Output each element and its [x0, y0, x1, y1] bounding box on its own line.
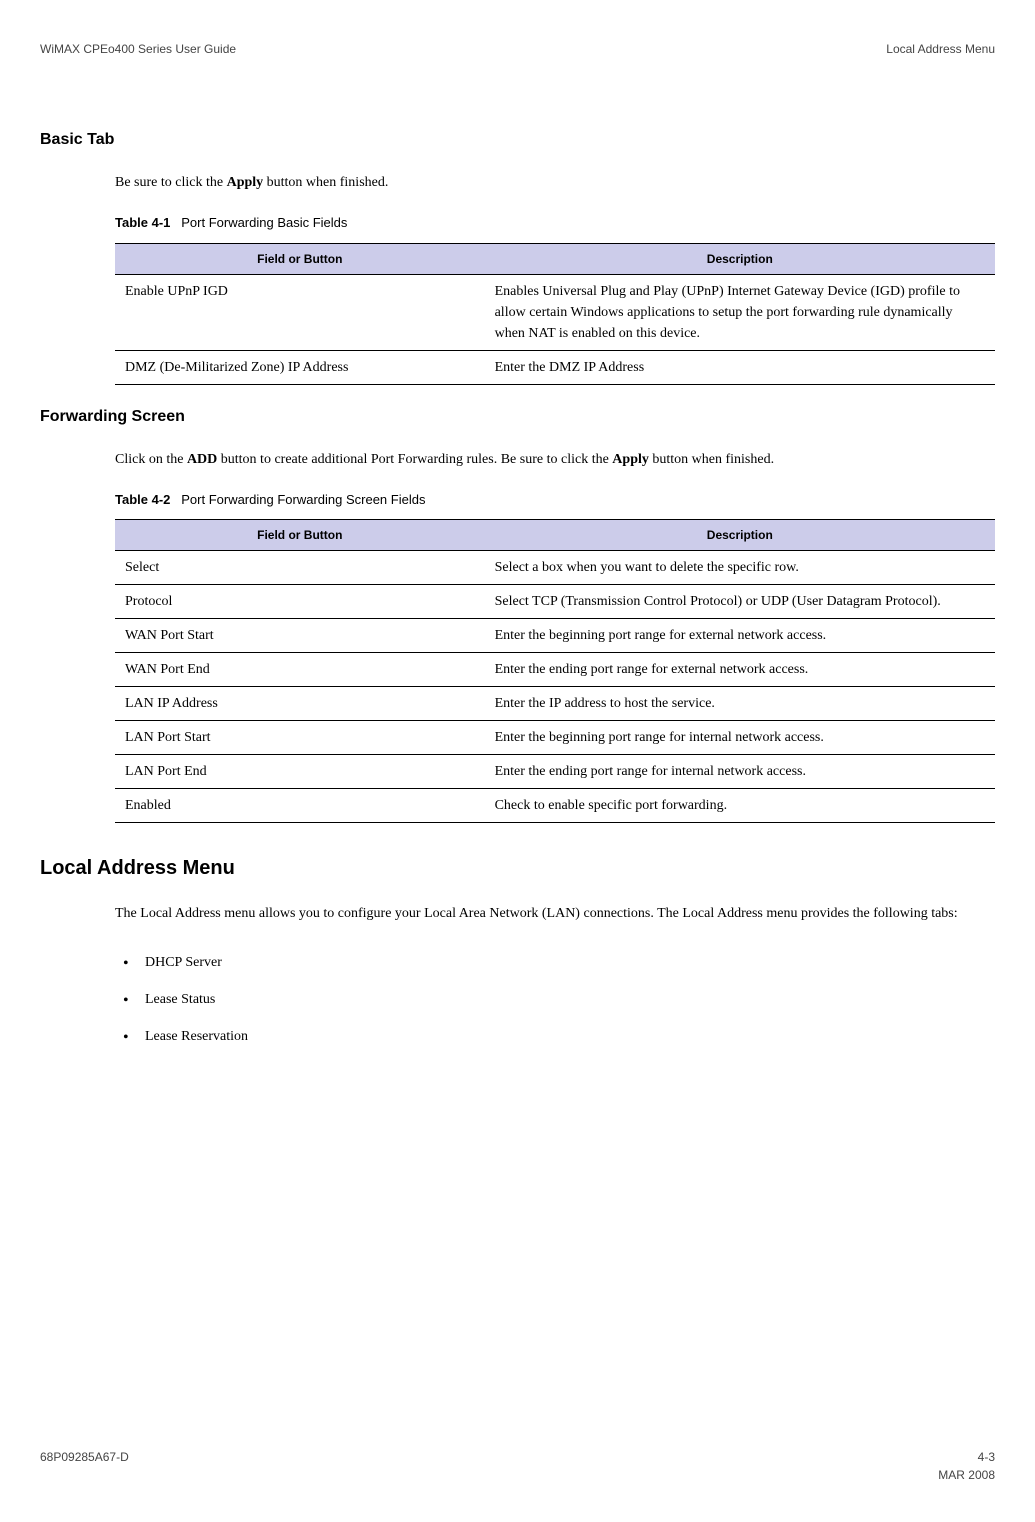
table-row: Enabled Check to enable specific port fo… — [115, 789, 995, 823]
apply-keyword: Apply — [227, 175, 264, 190]
desc-cell: Enter the IP address to host the service… — [485, 687, 995, 721]
field-cell: LAN Port Start — [115, 721, 485, 755]
desc-cell: Select a box when you want to delete the… — [485, 551, 995, 585]
field-cell: Enable UPnP IGD — [115, 274, 485, 350]
col-description: Description — [485, 243, 995, 274]
table-4-2-caption: Table 4-2 Port Forwarding Forwarding Scr… — [115, 490, 995, 510]
forwarding-screen-heading: Forwarding Screen — [40, 405, 1035, 429]
table-row: Select Select a box when you want to del… — [115, 551, 995, 585]
desc-cell: Enables Universal Plug and Play (UPnP) I… — [485, 274, 995, 350]
field-cell: Select — [115, 551, 485, 585]
table-label: Table 4-2 — [115, 492, 170, 507]
text-fragment: button to create additional Port Forward… — [217, 452, 612, 467]
field-cell: LAN Port End — [115, 755, 485, 789]
footer-date: MAR 2008 — [938, 1466, 995, 1484]
field-cell: Enabled — [115, 789, 485, 823]
table-row: DMZ (De-Militarized Zone) IP Address Ent… — [115, 350, 995, 384]
col-description: Description — [485, 520, 995, 551]
local-address-intro: The Local Address menu allows you to con… — [115, 903, 995, 924]
table-row: LAN Port End Enter the ending port range… — [115, 755, 995, 789]
table-row: Enable UPnP IGD Enables Universal Plug a… — [115, 274, 995, 350]
desc-cell: Enter the beginning port range for inter… — [485, 721, 995, 755]
page-header: WiMAX CPEo400 Series User Guide Local Ad… — [0, 40, 1035, 108]
local-address-menu-heading: Local Address Menu — [40, 853, 1035, 883]
table-4-2: Field or Button Description Select Selec… — [115, 519, 995, 823]
table-title: Port Forwarding Forwarding Screen Fields — [181, 492, 425, 507]
forwarding-screen-intro: Click on the ADD button to create additi… — [115, 449, 995, 470]
table-row: WAN Port Start Enter the beginning port … — [115, 619, 995, 653]
table-4-1: Field or Button Description Enable UPnP … — [115, 243, 995, 385]
field-cell: DMZ (De-Militarized Zone) IP Address — [115, 350, 485, 384]
table-label: Table 4-1 — [115, 215, 170, 230]
col-field-or-button: Field or Button — [115, 520, 485, 551]
local-address-tabs-list: DHCP Server Lease Status Lease Reservati… — [115, 944, 995, 1055]
apply-keyword: Apply — [612, 452, 649, 467]
table-header-row: Field or Button Description — [115, 243, 995, 274]
text-fragment: Be sure to click the — [115, 175, 227, 190]
field-cell: WAN Port End — [115, 653, 485, 687]
list-item: DHCP Server — [115, 944, 995, 981]
header-left: WiMAX CPEo400 Series User Guide — [40, 40, 236, 58]
field-cell: LAN IP Address — [115, 687, 485, 721]
add-keyword: ADD — [187, 452, 217, 467]
list-item: Lease Reservation — [115, 1018, 995, 1055]
page-footer: 68P09285A67-D 4-3 MAR 2008 — [0, 1448, 1035, 1484]
desc-cell: Enter the ending port range for external… — [485, 653, 995, 687]
desc-cell: Check to enable specific port forwarding… — [485, 789, 995, 823]
desc-cell: Enter the DMZ IP Address — [485, 350, 995, 384]
desc-cell: Enter the beginning port range for exter… — [485, 619, 995, 653]
field-cell: WAN Port Start — [115, 619, 485, 653]
col-field-or-button: Field or Button — [115, 243, 485, 274]
table-title: Port Forwarding Basic Fields — [181, 215, 347, 230]
table-row: LAN IP Address Enter the IP address to h… — [115, 687, 995, 721]
basic-tab-heading: Basic Tab — [40, 128, 1035, 152]
footer-doc-id: 68P09285A67-D — [40, 1448, 129, 1484]
header-right: Local Address Menu — [886, 40, 995, 58]
desc-cell: Select TCP (Transmission Control Protoco… — [485, 585, 995, 619]
basic-tab-intro: Be sure to click the Apply button when f… — [115, 172, 995, 193]
table-4-1-caption: Table 4-1 Port Forwarding Basic Fields — [115, 213, 995, 233]
text-fragment: button when finished. — [649, 452, 774, 467]
table-row: LAN Port Start Enter the beginning port … — [115, 721, 995, 755]
list-item: Lease Status — [115, 981, 995, 1018]
text-fragment: button when finished. — [263, 175, 388, 190]
table-row: Protocol Select TCP (Transmission Contro… — [115, 585, 995, 619]
footer-page-number: 4-3 — [938, 1448, 995, 1466]
table-header-row: Field or Button Description — [115, 520, 995, 551]
field-cell: Protocol — [115, 585, 485, 619]
footer-right: 4-3 MAR 2008 — [938, 1448, 995, 1484]
desc-cell: Enter the ending port range for internal… — [485, 755, 995, 789]
text-fragment: Click on the — [115, 452, 187, 467]
table-row: WAN Port End Enter the ending port range… — [115, 653, 995, 687]
